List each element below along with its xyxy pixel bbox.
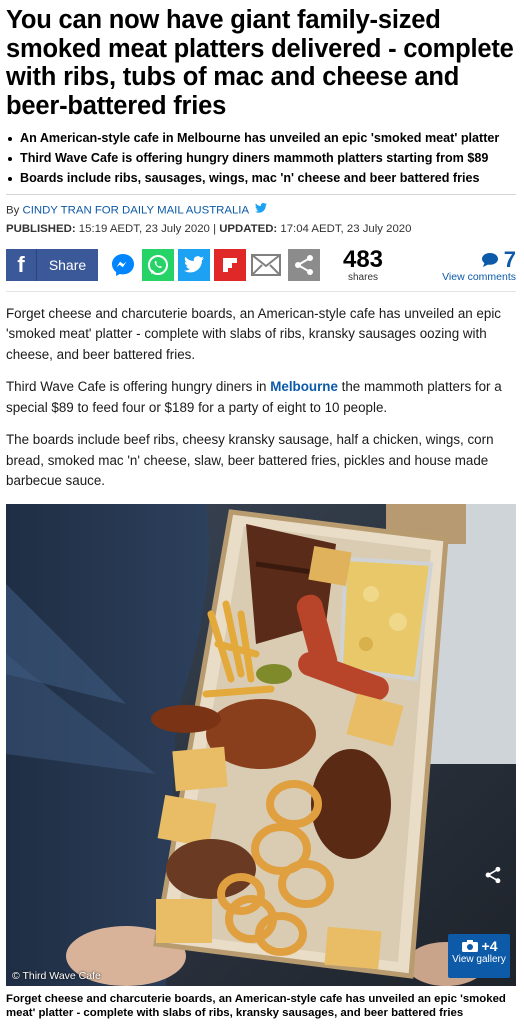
publish-dates: PUBLISHED: 15:19 AEDT, 23 July 2020 | UP… [6, 221, 516, 237]
photo-caption: Forget cheese and charcuterie boards, an… [6, 992, 506, 1020]
twitter-icon [184, 256, 204, 273]
melbourne-link[interactable]: Melbourne [270, 379, 338, 394]
share-icon [295, 254, 313, 275]
facebook-icon: f [6, 248, 37, 281]
share-count: 483 shares [338, 245, 388, 283]
view-comments-label: View comments [442, 270, 516, 283]
view-gallery-button[interactable]: +4 View gallery [448, 933, 510, 978]
whatsapp-icon [148, 254, 168, 275]
published-label: PUBLISHED: [6, 222, 76, 235]
summary-bullet: Third Wave Cafe is offering hungry diner… [6, 148, 516, 168]
date-separator: | [213, 222, 217, 235]
twitter-share-button[interactable] [178, 248, 210, 281]
summary-bullet: An American-style cafe in Melbourne has … [6, 128, 516, 148]
article-paragraph: Forget cheese and charcuterie boards, an… [6, 305, 501, 362]
article-photo[interactable]: © Third Wave Cafe +4 View gallery [6, 503, 516, 986]
updated-date: 17:04 AEDT, 23 July 2020 [280, 222, 412, 235]
more-share-button[interactable] [288, 248, 320, 281]
article-paragraph: Third Wave Cafe is offering hungry diner… [6, 377, 516, 418]
share-label: Share [48, 256, 87, 273]
article: You can now have giant family-sized smok… [6, 0, 516, 1021]
gallery-count: +4 [481, 937, 498, 954]
article-paragraph: The boards include beef ribs, cheesy kra… [6, 432, 494, 489]
whatsapp-share-button[interactable] [142, 248, 174, 281]
share-icon[interactable] [484, 866, 502, 889]
paragraph-text: Third Wave Cafe is offering hungry diner… [6, 379, 271, 395]
published-date: 15:19 AEDT, 23 July 2020 [78, 222, 210, 235]
facebook-share-button[interactable]: f Share [6, 248, 98, 281]
flipboard-share-button[interactable] [214, 248, 246, 281]
messenger-share-button[interactable] [107, 249, 139, 281]
article-headline: You can now have giant family-sized smok… [6, 6, 514, 120]
divider [6, 290, 516, 292]
updated-label: UPDATED: [219, 222, 278, 235]
comment-count: 7 [503, 246, 516, 272]
flipboard-icon [223, 257, 237, 272]
camera-icon [461, 939, 478, 952]
messenger-icon [112, 253, 134, 276]
twitter-bird-icon[interactable] [254, 202, 267, 218]
comment-bubble-icon [481, 252, 499, 273]
byline-prefix: By [6, 204, 20, 217]
summary-bullets: An American-style cafe in Melbourne has … [6, 128, 516, 188]
photo-credit: © Third Wave Cafe [12, 969, 101, 982]
platter-image [6, 503, 516, 986]
share-count-number: 483 [342, 245, 384, 273]
share-count-label: shares [347, 271, 378, 283]
divider [6, 194, 516, 195]
view-comments-link[interactable]: 7 View comments [442, 247, 516, 283]
author-link[interactable]: CINDY TRAN FOR DAILY MAIL AUSTRALIA [22, 205, 248, 217]
email-share-button[interactable] [250, 249, 282, 281]
summary-bullet: Boards include ribs, sausages, wings, ma… [6, 168, 516, 188]
email-icon [251, 253, 281, 276]
view-gallery-label: View gallery [452, 953, 506, 965]
byline: By CINDY TRAN FOR DAILY MAIL AUSTRALIA [6, 202, 516, 219]
share-bar: f Share 483 shares 7 View comments [6, 245, 516, 289]
